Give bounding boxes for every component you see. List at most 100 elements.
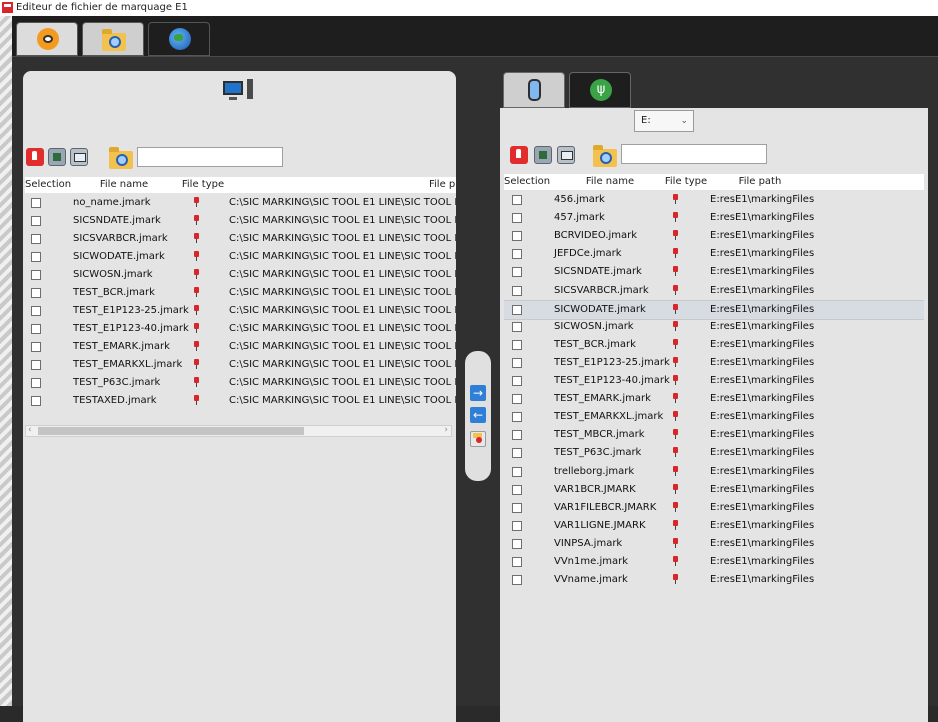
row-checkbox[interactable] <box>31 288 41 298</box>
table-row[interactable]: VVn1me.jmark E:resE1\markingFiles <box>504 553 924 571</box>
table-row[interactable]: TEST_EMARKXL.jmark C:\SIC MARKING\SIC TOO… <box>25 356 456 374</box>
row-checkbox[interactable] <box>31 306 41 316</box>
row-checkbox[interactable] <box>31 270 41 280</box>
row-checkbox[interactable] <box>31 216 41 226</box>
copy-to-usb-button[interactable]: → <box>470 385 486 401</box>
row-checkbox[interactable] <box>512 448 522 459</box>
table-row[interactable]: TEST_MBCR.jmark E:resE1\markingFiles <box>504 426 924 444</box>
column-header-file-type[interactable]: File type <box>662 174 710 190</box>
table-row[interactable]: BCRVIDEO.jmark E:resE1\markingFiles <box>504 227 924 245</box>
table-row[interactable]: VAR1FILEBCR.JMARK E:resE1\markingFiles <box>504 499 924 517</box>
table-row[interactable]: 457.jmark E:resE1\markingFiles <box>504 209 924 227</box>
table-row[interactable]: VINPSA.jmark E:resE1\markingFiles <box>504 535 924 553</box>
row-checkbox[interactable] <box>31 252 41 262</box>
row-checkbox[interactable] <box>31 198 41 208</box>
table-row[interactable]: SICSNDATE.jmark C:\SIC MARKING\SIC TOOL E… <box>25 212 456 230</box>
table-row[interactable]: SICWODATE.jmark C:\SIC MARKING\SIC TOOL E… <box>25 248 456 266</box>
tab-view[interactable] <box>16 22 78 56</box>
row-checkbox[interactable] <box>31 396 41 406</box>
table-row[interactable]: TEST_BCR.jmark E:resE1\markingFiles <box>504 336 924 354</box>
list-view-button[interactable] <box>70 148 88 166</box>
column-header-file-name[interactable]: File name <box>548 174 672 190</box>
list-view-button[interactable] <box>557 146 575 164</box>
tab-network[interactable] <box>148 22 210 56</box>
column-header-selection[interactable]: Selection <box>25 177 71 193</box>
tab-usb[interactable]: ψ <box>569 72 631 108</box>
table-row[interactable]: TEST_E1P123-40.jmark E:resE1\markingFiles <box>504 372 924 390</box>
scroll-thumb[interactable] <box>38 427 304 435</box>
drive-select[interactable]: E: ⌄ <box>634 110 694 132</box>
row-checkbox[interactable] <box>512 195 522 205</box>
table-row[interactable]: TEST_P63C.jmark E:resE1\markingFiles <box>504 444 924 462</box>
table-row[interactable]: VAR1LIGNE.JMARK E:resE1\markingFiles <box>504 517 924 535</box>
table-row[interactable]: TEST_BCR.jmark C:\SIC MARKING\SIC TOOL E1… <box>25 284 456 302</box>
column-header-file-path[interactable]: File path <box>710 174 810 190</box>
row-checkbox[interactable] <box>512 231 522 242</box>
column-header-file-path[interactable]: File p <box>429 177 459 193</box>
row-checkbox[interactable] <box>31 234 41 244</box>
image-view-button[interactable] <box>48 148 66 166</box>
file-filter-button[interactable] <box>510 146 528 164</box>
table-row[interactable]: TEST_E1P123-25.jmark C:\SIC MARKING\SIC T… <box>25 302 456 320</box>
row-checkbox[interactable] <box>512 575 522 586</box>
row-checkbox[interactable] <box>512 412 522 423</box>
image-view-button[interactable] <box>534 146 552 164</box>
row-checkbox[interactable] <box>512 285 522 296</box>
row-checkbox[interactable] <box>512 339 522 350</box>
table-row[interactable]: SICWOSN.jmark C:\SIC MARKING\SIC TOOL E1 … <box>25 266 456 284</box>
row-checkbox[interactable] <box>31 324 41 334</box>
tab-drive[interactable] <box>503 72 565 108</box>
table-row[interactable]: TEST_EMARK.jmark E:resE1\markingFiles <box>504 390 924 408</box>
file-name: BCRVIDEO.jmark <box>554 230 638 242</box>
table-row[interactable]: trelleborg.jmark E:resE1\markingFiles <box>504 463 924 481</box>
row-checkbox[interactable] <box>512 357 522 368</box>
row-checkbox[interactable] <box>512 394 522 405</box>
table-row[interactable]: TEST_EMARK.jmark C:\SIC MARKING\SIC TOOL … <box>25 338 456 356</box>
table-row[interactable]: TEST_P63C.jmark C:\SIC MARKING\SIC TOOL E… <box>25 374 456 392</box>
horizontal-scrollbar[interactable]: ‹ › <box>25 425 452 437</box>
table-row[interactable]: SICWOSN.jmark E:resE1\markingFiles <box>504 318 924 336</box>
row-checkbox[interactable] <box>512 502 522 513</box>
column-header-file-name[interactable]: File name <box>69 177 179 193</box>
row-checkbox[interactable] <box>31 342 41 352</box>
search-input[interactable] <box>621 144 767 164</box>
table-row[interactable]: SICSNDATE.jmark E:resE1\markingFiles <box>504 263 924 281</box>
row-checkbox[interactable] <box>31 378 41 388</box>
table-row[interactable]: TEST_E1P123-40.jmark C:\SIC MARKING\SIC T… <box>25 320 456 338</box>
row-checkbox[interactable] <box>512 484 522 495</box>
table-row[interactable]: TEST_E1P123-25.jmark E:resE1\markingFiles <box>504 354 924 372</box>
delete-file-button[interactable] <box>470 431 486 447</box>
table-row[interactable]: TESTAXED.jmark C:\SIC MARKING\SIC TOOL E1… <box>25 392 456 410</box>
copy-to-pc-button[interactable]: ← <box>470 407 486 423</box>
table-row[interactable]: SICSVARBCR.jmark E:resE1\markingFiles <box>504 282 924 300</box>
row-checkbox[interactable] <box>512 520 522 531</box>
table-row[interactable]: VVname.jmark E:resE1\markingFiles <box>504 571 924 589</box>
tab-file-editor[interactable] <box>82 22 144 56</box>
row-checkbox[interactable] <box>512 267 522 278</box>
browse-folder-icon[interactable] <box>593 145 617 167</box>
column-header-file-type[interactable]: File type <box>181 177 225 193</box>
browse-folder-icon[interactable] <box>109 147 133 169</box>
table-row[interactable]: JEFDCe.jmark E:resE1\markingFiles <box>504 245 924 263</box>
row-checkbox[interactable] <box>512 304 522 315</box>
row-checkbox[interactable] <box>512 466 522 477</box>
table-row[interactable]: TEST_EMARKXL.jmark E:resE1\markingFiles <box>504 408 924 426</box>
row-checkbox[interactable] <box>512 321 522 332</box>
row-checkbox[interactable] <box>512 430 522 441</box>
row-checkbox[interactable] <box>31 360 41 370</box>
search-input[interactable] <box>137 147 283 167</box>
file-filter-button[interactable] <box>26 148 44 166</box>
row-checkbox[interactable] <box>512 376 522 386</box>
table-row[interactable]: 456.jmark E:resE1\markingFiles <box>504 191 924 209</box>
row-checkbox[interactable] <box>512 249 522 260</box>
row-checkbox[interactable] <box>512 557 522 567</box>
column-header-selection[interactable]: Selection <box>504 174 550 190</box>
table-row[interactable]: SICSVARBCR.jmark C:\SIC MARKING\SIC TOOL … <box>25 230 456 248</box>
table-row[interactable]: SICWODATE.jmark E:resE1\markingFiles <box>504 299 924 320</box>
scroll-right-icon[interactable]: › <box>444 425 448 435</box>
table-row[interactable]: VAR1BCR.JMARK E:resE1\markingFiles <box>504 481 924 499</box>
scroll-left-icon[interactable]: ‹ <box>28 425 32 435</box>
row-checkbox[interactable] <box>512 213 522 224</box>
table-row[interactable]: no_name.jmark C:\SIC MARKING\SIC TOOL E1 … <box>25 194 456 212</box>
row-checkbox[interactable] <box>512 538 522 549</box>
